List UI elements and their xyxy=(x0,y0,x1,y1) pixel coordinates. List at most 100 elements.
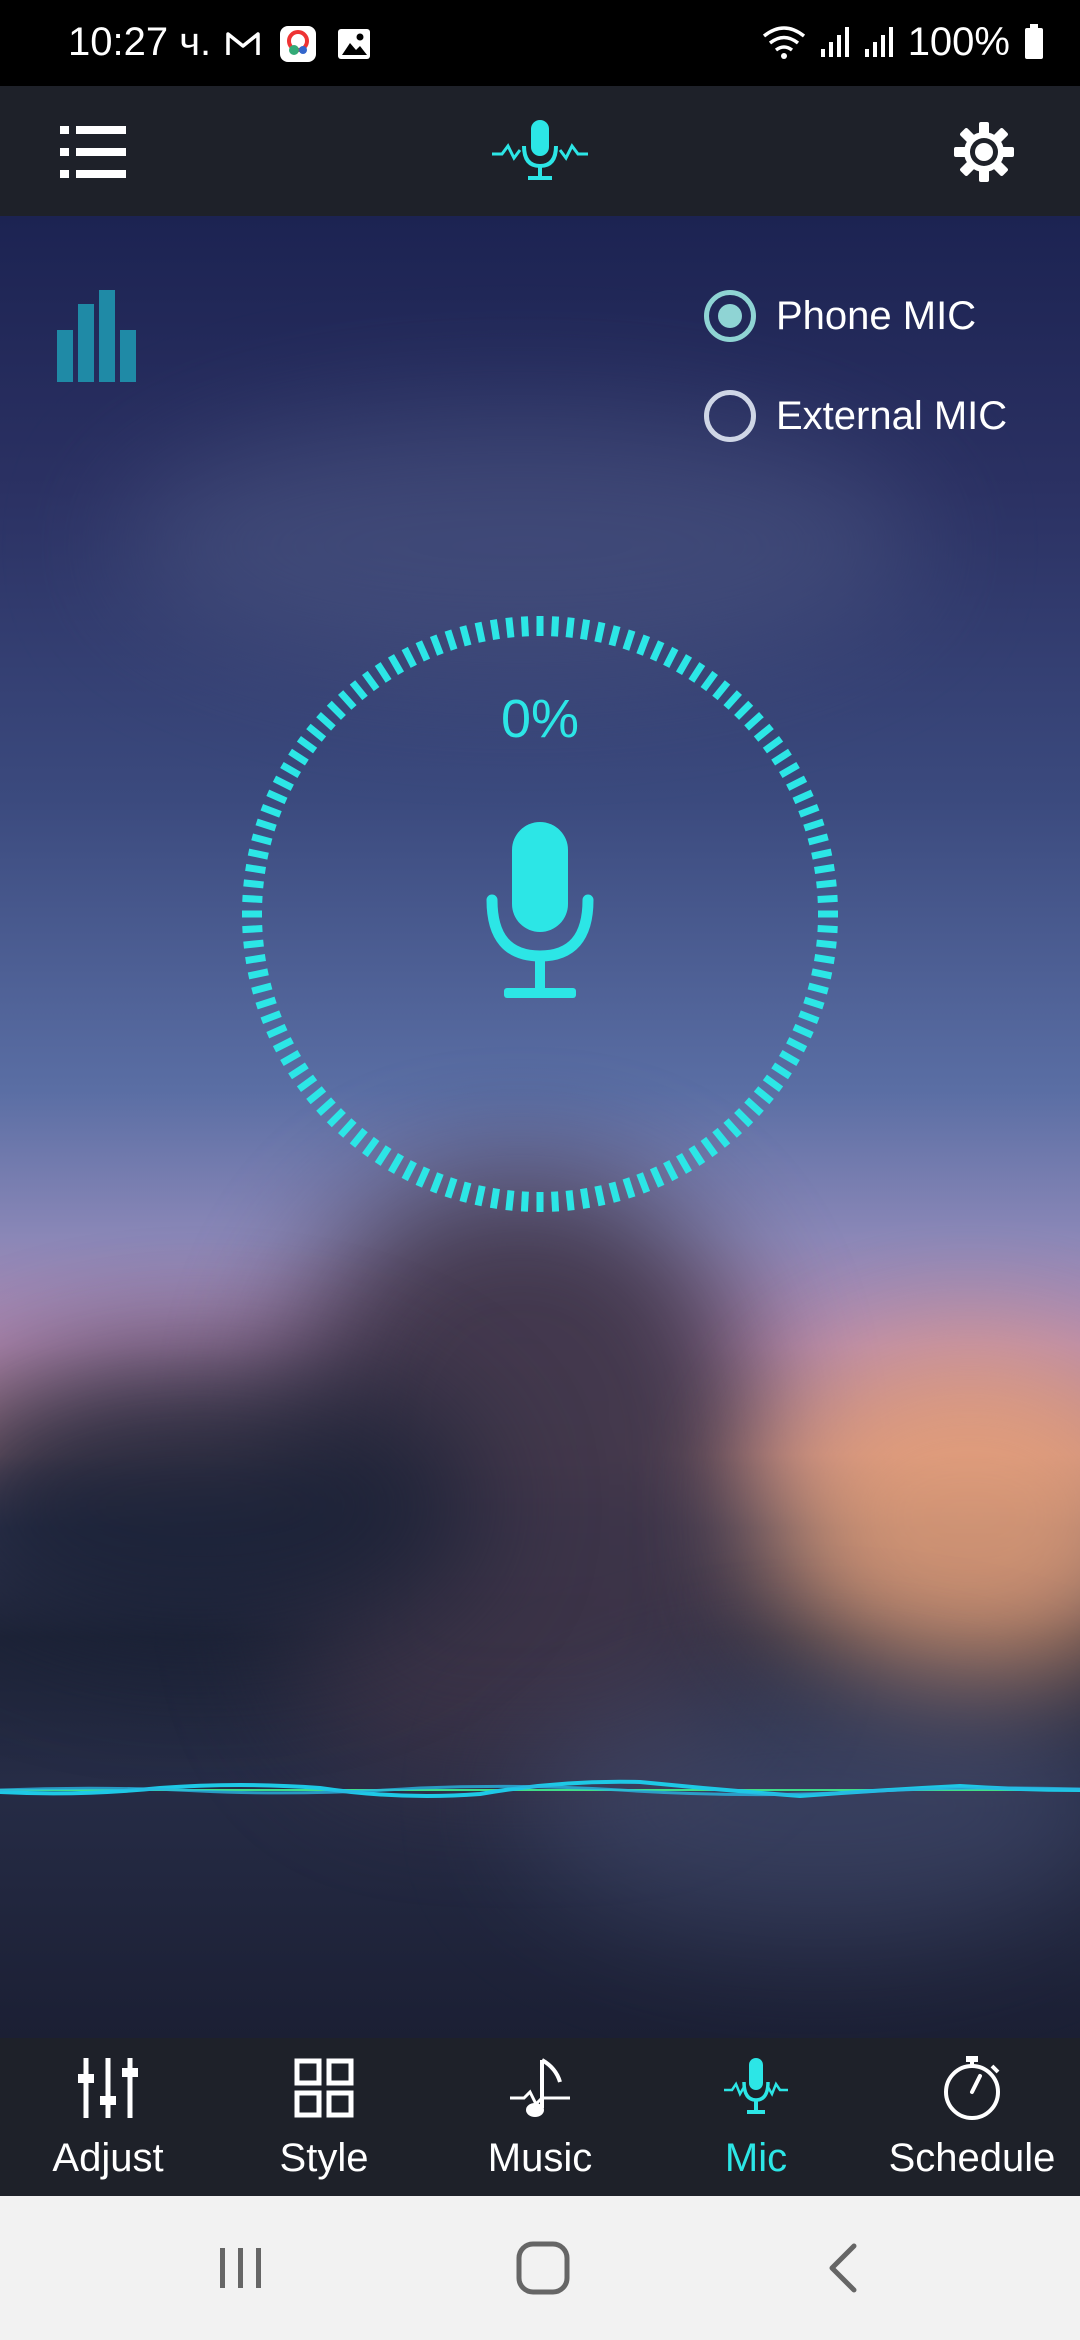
mic-wave-icon xyxy=(724,2058,788,2114)
ring-tick xyxy=(744,711,764,731)
ring-tick xyxy=(349,680,368,701)
ring-tick xyxy=(288,748,309,766)
nav-music[interactable]: Music xyxy=(432,2038,648,2196)
ring-tick xyxy=(242,925,263,934)
ring-tick xyxy=(387,1153,405,1174)
ring-tick xyxy=(807,982,829,995)
ring-tick xyxy=(349,1127,368,1148)
ring-tick xyxy=(387,654,405,675)
ring-tick xyxy=(243,879,264,889)
gmail-icon xyxy=(226,32,260,55)
radio-phone-mic[interactable]: Phone MIC xyxy=(704,290,976,342)
ring-tick xyxy=(505,617,515,638)
ring-tick xyxy=(675,1153,693,1174)
radio-button-unselected[interactable] xyxy=(704,390,756,442)
waveform-line xyxy=(0,1779,1080,1799)
ring-tick xyxy=(734,700,754,720)
ring-tick xyxy=(622,629,636,651)
ring-tick xyxy=(444,629,458,651)
microphone-icon[interactable] xyxy=(486,820,594,1004)
ring-tick xyxy=(245,863,266,874)
stopwatch-icon xyxy=(944,2056,1000,2120)
nav-label-schedule: Schedule xyxy=(888,2136,1056,2180)
ring-tick xyxy=(255,818,277,832)
ring-tick xyxy=(255,996,277,1010)
ring-tick xyxy=(247,848,269,860)
ring-tick xyxy=(565,1190,575,1211)
ring-tick xyxy=(636,1172,651,1194)
ring-tick xyxy=(622,1177,636,1199)
radio-label-phone-mic: Phone MIC xyxy=(776,293,977,338)
ring-tick xyxy=(474,1185,486,1207)
back-icon[interactable] xyxy=(810,2236,880,2300)
nav-schedule[interactable]: Schedule xyxy=(864,2038,1080,2196)
menu-list-icon[interactable] xyxy=(58,122,128,182)
ring-tick xyxy=(459,1181,472,1203)
level-percent: 0% xyxy=(500,689,580,749)
gallery-icon xyxy=(338,29,370,59)
home-icon[interactable] xyxy=(508,2236,578,2300)
ring-tick xyxy=(594,621,606,643)
recents-icon[interactable] xyxy=(206,2236,276,2300)
ring-tick xyxy=(272,1037,294,1053)
nav-mic[interactable]: Mic xyxy=(648,2038,864,2196)
ring-tick xyxy=(374,662,392,683)
ring-tick xyxy=(771,1062,792,1080)
ring-tick xyxy=(337,690,357,710)
ring-tick xyxy=(316,1097,336,1117)
ring-tick xyxy=(712,1127,731,1148)
ring-tick xyxy=(594,1185,606,1207)
equalizer-icon[interactable] xyxy=(55,290,139,382)
ring-tick xyxy=(811,848,833,860)
ring-tick xyxy=(753,1086,774,1105)
ring-tick xyxy=(734,1108,754,1128)
ring-tick xyxy=(786,1037,808,1053)
ring-tick xyxy=(505,1190,515,1211)
system-status-icons: 100% xyxy=(762,18,1044,66)
ring-tick xyxy=(580,619,591,640)
ring-tick xyxy=(374,1145,392,1166)
ring-tick xyxy=(429,634,444,656)
ring-tick xyxy=(817,894,838,903)
nav-label-adjust: Adjust xyxy=(52,2136,164,2180)
ring-tick xyxy=(762,1074,784,1092)
ring-tick xyxy=(429,1172,444,1194)
nav-label-mic: Mic xyxy=(724,2136,788,2180)
ring-tick xyxy=(712,680,731,701)
nav-style[interactable]: Style xyxy=(216,2038,432,2196)
ring-tick xyxy=(245,954,266,965)
ring-tick xyxy=(272,775,294,791)
radio-external-mic[interactable]: External MIC xyxy=(704,390,1007,442)
ring-tick xyxy=(362,670,380,692)
ring-tick xyxy=(814,954,835,965)
sliders-icon xyxy=(78,2058,138,2118)
main-visualizer-area: Phone MIC External MIC 0% xyxy=(0,216,1080,2038)
ring-tick xyxy=(251,982,273,995)
ring-tick xyxy=(771,748,792,766)
ring-tick xyxy=(580,1188,591,1209)
ring-tick xyxy=(803,818,825,832)
ring-tick xyxy=(415,640,431,662)
ring-tick xyxy=(744,1097,764,1117)
ring-tick xyxy=(803,996,825,1010)
ring-tick xyxy=(296,736,318,754)
ring-tick xyxy=(688,1145,706,1166)
ring-tick xyxy=(675,654,693,675)
gear-icon[interactable] xyxy=(952,120,1016,184)
ring-tick xyxy=(316,711,336,731)
ring-tick xyxy=(762,736,784,754)
ring-tick xyxy=(520,1191,529,1212)
ring-tick xyxy=(280,761,301,779)
ring-tick xyxy=(415,1166,431,1188)
screen: 10:27 ч. 100% Phone MIC External MIC 0% … xyxy=(0,0,1080,2340)
radio-button-selected[interactable] xyxy=(704,290,756,342)
ring-tick xyxy=(798,803,820,818)
battery-icon xyxy=(1025,24,1043,59)
notification-icons xyxy=(226,22,372,66)
app-bar xyxy=(0,86,1080,216)
nav-label-music: Music xyxy=(487,2136,593,2180)
ring-tick xyxy=(811,968,833,980)
background-blur xyxy=(760,1346,1080,1686)
ring-tick xyxy=(817,925,838,934)
nav-adjust[interactable]: Adjust xyxy=(0,2038,216,2196)
